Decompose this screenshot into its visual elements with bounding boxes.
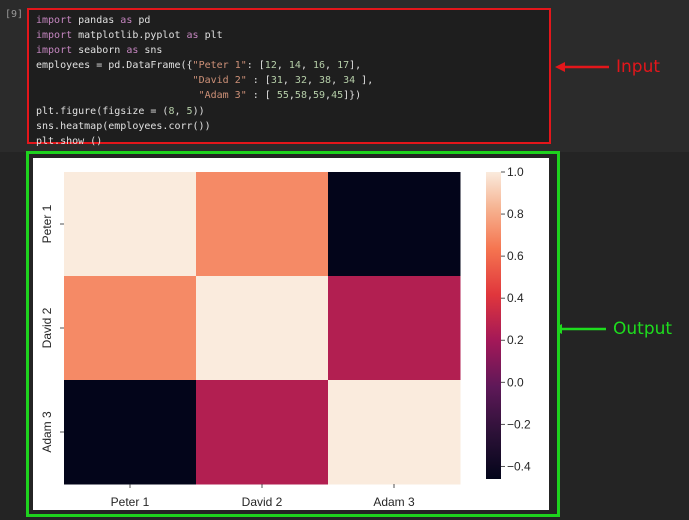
heatmap-cell xyxy=(64,276,197,381)
colorbar-tick-label: 1.0 xyxy=(507,165,524,179)
heatmap-figure: Peter 1 David 2 Adam 3 Peter 1 David 2 Adam 3… xyxy=(33,158,549,510)
input-arrow-head xyxy=(555,62,565,72)
y-tick-label: Peter 1 xyxy=(40,204,54,243)
input-label: Input xyxy=(616,57,661,77)
heatmap-cell xyxy=(328,172,461,277)
output-label: Output xyxy=(613,319,673,339)
y-tick-label: Adam 3 xyxy=(40,411,54,453)
heatmap-cell xyxy=(64,380,197,485)
x-tick-label: Adam 3 xyxy=(373,495,415,509)
heatmap-cell xyxy=(196,380,329,485)
colorbar-tick-label: 0.2 xyxy=(507,333,524,347)
colorbar-tick-label: 0.6 xyxy=(507,249,524,263)
x-tick-label: Peter 1 xyxy=(111,495,150,509)
x-tick-label: David 2 xyxy=(242,495,283,509)
colorbar-tick-label: −0.4 xyxy=(507,459,531,473)
heatmap-cell xyxy=(328,276,461,381)
colorbar-tick-label: −0.2 xyxy=(507,417,531,431)
heatmap-cell xyxy=(64,172,197,277)
heatmap-cell xyxy=(196,276,329,381)
heatmap-cell xyxy=(328,380,461,485)
colorbar-tick-label: 0.4 xyxy=(507,291,524,305)
y-tick-label: David 2 xyxy=(40,307,54,348)
colorbar xyxy=(486,172,501,479)
heatmap-cell xyxy=(196,172,329,277)
colorbar-tick-label: 0.0 xyxy=(507,375,524,389)
heatmap-chart: Peter 1 David 2 Adam 3 Peter 1 David 2 Adam 3… xyxy=(40,165,531,509)
colorbar-tick-label: 0.8 xyxy=(507,207,524,221)
